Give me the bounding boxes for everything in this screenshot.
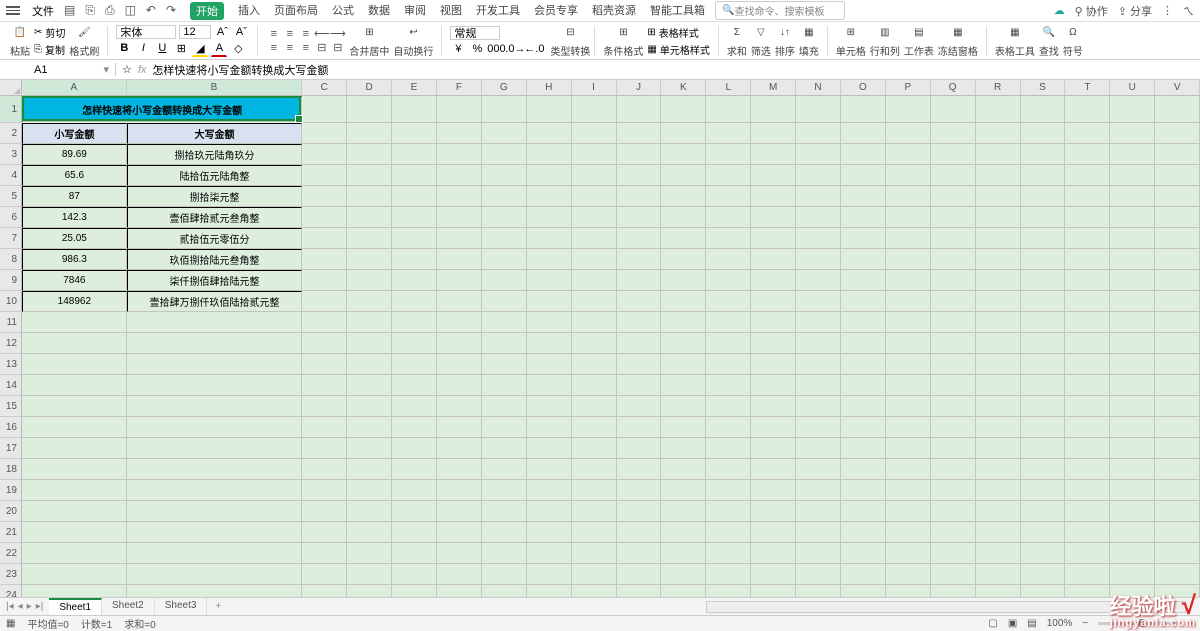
sheet-tab[interactable]: Sheet2 bbox=[102, 598, 155, 615]
collab-button[interactable]: ⚲ 协作 bbox=[1075, 3, 1108, 19]
inc-decimal-icon[interactable]: .0→ bbox=[507, 42, 523, 56]
sheet-tab[interactable]: Sheet1 bbox=[49, 598, 102, 615]
tab-insert[interactable]: 插入 bbox=[238, 2, 260, 20]
fx-icon[interactable]: fx bbox=[138, 64, 147, 76]
tab-dev[interactable]: 开发工具 bbox=[476, 2, 520, 20]
share-button[interactable]: ⇪ 分享 bbox=[1118, 3, 1152, 19]
tab-data[interactable]: 数据 bbox=[368, 2, 390, 20]
cell-style-button[interactable]: ▦ 单元格样式 bbox=[647, 42, 709, 57]
sort-button[interactable]: ↓↑排序 bbox=[775, 24, 795, 58]
watermark: 经验啦 √ jingyanla.com bbox=[1110, 592, 1196, 629]
tab-formula[interactable]: 公式 bbox=[332, 2, 354, 20]
collapse-icon[interactable]: ㄟ bbox=[1183, 3, 1194, 19]
cond-format-button[interactable]: ⊞条件格式 bbox=[603, 24, 643, 58]
number-format-select[interactable] bbox=[450, 26, 500, 40]
menu-bar: 文件 ▤ ⎘ ⎙ ◫ ↶ ↷ 开始 插入 页面布局 公式 数据 审阅 视图 开发… bbox=[0, 0, 1200, 22]
autowrap-button[interactable]: ↩自动换行 bbox=[393, 24, 433, 58]
sum-button[interactable]: Σ求和 bbox=[727, 24, 747, 58]
cell-area[interactable]: 怎样快速将小写金额转换成大写金额小写金额大写金额89.69捌拾玖元陆角玖分65.… bbox=[22, 96, 1200, 616]
add-sheet-button[interactable]: + bbox=[207, 601, 229, 612]
tab-pagelayout[interactable]: 页面布局 bbox=[274, 2, 318, 20]
dec-font-icon[interactable]: Aˇ bbox=[233, 25, 249, 39]
table-style-button[interactable]: ⊞ 表格样式 bbox=[647, 25, 709, 40]
search-input[interactable]: 🔍 查找命令、搜索模板 bbox=[715, 1, 845, 20]
format-painter-button[interactable]: 🖌格式刷 bbox=[69, 24, 99, 58]
italic-button[interactable]: I bbox=[135, 41, 151, 57]
view-icon[interactable]: ▤ bbox=[1027, 618, 1036, 629]
bold-button[interactable]: B bbox=[116, 41, 132, 57]
quick-access-bar: ▤ ⎘ ⎙ ◫ ↶ ↷ bbox=[64, 3, 176, 18]
nav-next-icon[interactable]: ▸ bbox=[27, 601, 32, 612]
cells-button[interactable]: ⊞单元格 bbox=[836, 24, 866, 58]
status-bar: ▦ 平均值=0 计数=1 求和=0 ▢ ▣ ▤ 100% − + bbox=[0, 615, 1200, 631]
select-all-corner[interactable] bbox=[0, 80, 22, 96]
ribbon-tabs: 开始 插入 页面布局 公式 数据 审阅 视图 开发工具 会员专享 稻壳资源 智能… bbox=[190, 2, 705, 20]
fill-button[interactable]: ▦填充 bbox=[799, 24, 819, 58]
status-count: 计数=1 bbox=[81, 616, 112, 631]
currency-icon[interactable]: ¥ bbox=[450, 42, 466, 56]
hamburger-icon[interactable] bbox=[6, 6, 20, 15]
zoom-out-icon[interactable]: − bbox=[1082, 618, 1088, 629]
rowcol-button[interactable]: ▥行和列 bbox=[870, 24, 900, 58]
status-avg: 平均值=0 bbox=[27, 616, 68, 631]
dec-decimal-icon[interactable]: ←.0 bbox=[526, 42, 542, 56]
cloud-icon[interactable]: ☁ bbox=[1054, 4, 1065, 17]
formula-content[interactable]: 怎样快速将小写金额转换成大写金额 bbox=[152, 62, 328, 78]
freeze-button[interactable]: ▦冻结窗格 bbox=[938, 24, 978, 58]
layout-icon[interactable]: ▦ bbox=[6, 618, 15, 629]
name-box[interactable]: A1▾ bbox=[28, 63, 116, 76]
file-menu[interactable]: 文件 bbox=[26, 1, 60, 21]
table-tool-button[interactable]: ▦表格工具 bbox=[995, 24, 1035, 58]
border-button[interactable]: ⊞ bbox=[173, 41, 189, 57]
view-icon[interactable]: ▢ bbox=[988, 618, 997, 629]
nav-first-icon[interactable]: |◂ bbox=[6, 601, 14, 612]
view-icon[interactable]: ▣ bbox=[1008, 618, 1017, 629]
copy-button[interactable]: ⎘ 复制 bbox=[34, 42, 65, 57]
function-icon[interactable]: ☆ bbox=[122, 63, 132, 76]
tab-smarttool[interactable]: 智能工具箱 bbox=[650, 2, 705, 20]
cut-button[interactable]: ✂ 剪切 bbox=[34, 25, 65, 40]
percent-icon[interactable]: % bbox=[469, 42, 485, 56]
undo-icon[interactable]: ↶ bbox=[146, 3, 156, 18]
preview-icon[interactable]: ◫ bbox=[125, 3, 136, 18]
inc-font-icon[interactable]: Aˆ bbox=[214, 25, 230, 39]
tab-view[interactable]: 视图 bbox=[440, 2, 462, 20]
spreadsheet-grid[interactable]: ABCDEFGHIJKLMNOPQRSTUV 12345678910111213… bbox=[0, 80, 1200, 616]
formula-bar: A1▾ ☆ fx 怎样快速将小写金额转换成大写金额 bbox=[0, 60, 1200, 80]
tab-member[interactable]: 会员专享 bbox=[534, 2, 578, 20]
clear-format-icon[interactable]: ◇ bbox=[230, 41, 246, 57]
underline-button[interactable]: U bbox=[154, 41, 170, 57]
filter-button[interactable]: ▽筛选 bbox=[751, 24, 771, 58]
new-icon[interactable]: ⎘ bbox=[85, 3, 95, 18]
comma-icon[interactable]: 000 bbox=[488, 42, 504, 56]
status-sum: 求和=0 bbox=[124, 616, 155, 631]
row-headers[interactable]: 123456789101112131415161718192021222324 bbox=[0, 96, 22, 606]
font-select[interactable] bbox=[116, 25, 176, 39]
more-icon[interactable]: ⋮ bbox=[1162, 4, 1173, 17]
zoom-value: 100% bbox=[1047, 618, 1073, 629]
sheet-tab-bar: |◂ ◂ ▸ ▸| Sheet1 Sheet2 Sheet3 + bbox=[0, 597, 1200, 615]
type-convert-button[interactable]: ⊟类型转换 bbox=[550, 24, 590, 58]
size-select[interactable] bbox=[179, 25, 211, 39]
font-color-button[interactable]: A bbox=[211, 41, 227, 57]
print-icon[interactable]: ⎙ bbox=[105, 3, 115, 18]
symbol-button[interactable]: Ω符号 bbox=[1063, 24, 1083, 58]
paste-button[interactable]: 📋粘贴 bbox=[10, 24, 30, 58]
save-icon[interactable]: ▤ bbox=[64, 3, 75, 18]
nav-last-icon[interactable]: ▸| bbox=[36, 601, 44, 612]
merge-button[interactable]: ⊞合并居中 bbox=[349, 24, 389, 58]
nav-prev-icon[interactable]: ◂ bbox=[18, 601, 23, 612]
tab-start[interactable]: 开始 bbox=[190, 2, 224, 20]
tab-review[interactable]: 审阅 bbox=[404, 2, 426, 20]
sheet-tab[interactable]: Sheet3 bbox=[155, 598, 208, 615]
redo-icon[interactable]: ↷ bbox=[166, 3, 176, 18]
ribbon-toolbar: 📋粘贴 ✂ 剪切 ⎘ 复制 🖌格式刷 Aˆ Aˇ B I U ⊞ ◢ A ◇ ≡… bbox=[0, 22, 1200, 60]
column-headers[interactable]: ABCDEFGHIJKLMNOPQRSTUV bbox=[22, 80, 1200, 96]
tab-resource[interactable]: 稻壳资源 bbox=[592, 2, 636, 20]
find-button[interactable]: 🔍查找 bbox=[1039, 24, 1059, 58]
search-placeholder: 查找命令、搜索模板 bbox=[734, 3, 824, 18]
align-buttons[interactable]: ≡≡≡⟵⟶ ≡≡≡⊟⊟ bbox=[266, 27, 345, 54]
fill-color-button[interactable]: ◢ bbox=[192, 41, 208, 57]
sheet-button[interactable]: ▤工作表 bbox=[904, 24, 934, 58]
